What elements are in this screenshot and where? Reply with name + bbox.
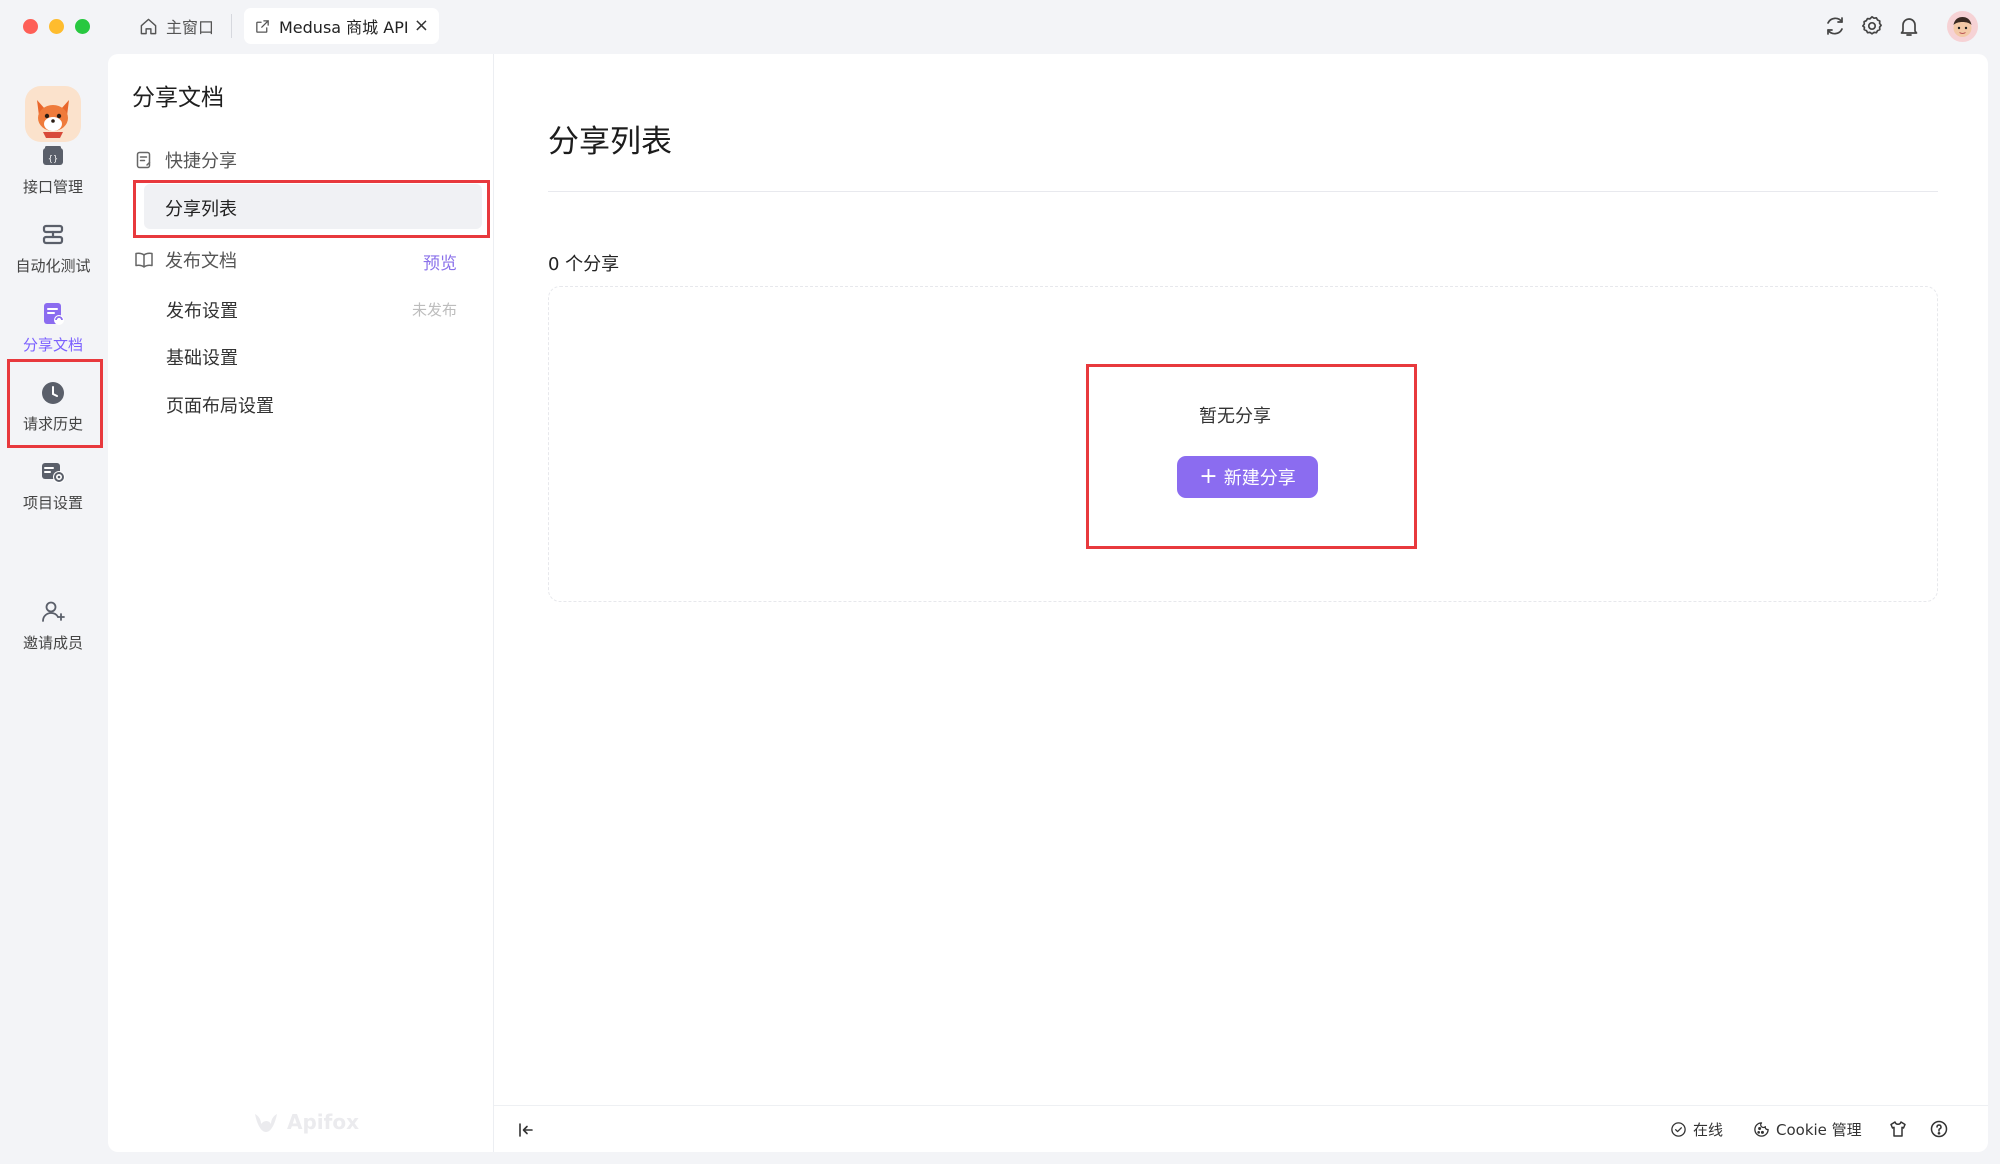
user-avatar[interactable] xyxy=(1947,11,1978,42)
tab-project[interactable]: Medusa 商城 API × xyxy=(244,8,439,44)
tab-home-label: 主窗口 xyxy=(166,18,215,37)
nav-rail: {} 接口管理 自动化测试 分享文档 请求历史 项目设置 邀请成员 xyxy=(0,52,106,1164)
refresh-icon[interactable] xyxy=(1823,14,1847,38)
external-link-icon xyxy=(254,18,271,35)
maximize-window-button[interactable] xyxy=(75,19,90,34)
home-icon xyxy=(139,17,158,36)
tab-project-label: Medusa 商城 API xyxy=(279,18,409,37)
sidebar-group-label: 快捷分享 xyxy=(165,151,237,172)
tab-divider xyxy=(231,14,232,38)
bell-icon[interactable] xyxy=(1897,14,1921,38)
online-label: 在线 xyxy=(1693,1121,1724,1139)
online-status[interactable]: 在线 xyxy=(1670,1119,1723,1140)
settings-icon xyxy=(39,458,67,486)
rail-item-project-settings[interactable]: 项目设置 xyxy=(0,448,106,534)
rail-item-label: 分享文档 xyxy=(22,336,83,354)
publish-status-badge: 未发布 xyxy=(411,301,457,319)
highlight-box xyxy=(7,359,103,448)
divider xyxy=(548,191,1938,192)
rail-item-label: 自动化测试 xyxy=(15,257,91,275)
rail-item-invite[interactable]: 邀请成员 xyxy=(0,588,106,674)
rail-item-label: 项目设置 xyxy=(22,494,83,512)
sidebar-group-label: 发布文档 xyxy=(165,251,237,272)
collapse-sidebar-icon[interactable] xyxy=(516,1120,536,1140)
cookie-manager-button[interactable]: Cookie 管理 xyxy=(1753,1119,1862,1140)
api-icon: {} xyxy=(39,142,67,170)
gear-icon[interactable] xyxy=(1860,14,1884,38)
rail-item-api-management[interactable]: {} 接口管理 xyxy=(0,132,106,218)
watermark-label: Apifox xyxy=(287,1110,359,1134)
rail-item-automation[interactable]: 自动化测试 xyxy=(0,211,106,297)
cookie-icon xyxy=(1753,1121,1770,1138)
minimize-window-button[interactable] xyxy=(49,19,64,34)
cookie-label: Cookie 管理 xyxy=(1776,1121,1862,1139)
page-title: 分享列表 xyxy=(548,124,672,160)
invite-icon xyxy=(39,598,67,626)
rail-item-label: 邀请成员 xyxy=(22,634,83,652)
highlight-box xyxy=(1086,364,1417,549)
help-icon[interactable] xyxy=(1929,1119,1949,1139)
apifox-watermark: Apifox xyxy=(251,1108,359,1136)
apifox-logo-icon xyxy=(251,1108,279,1136)
shirt-icon[interactable] xyxy=(1888,1119,1908,1139)
document-icon xyxy=(134,150,154,170)
sidebar-item-basic-settings[interactable]: 基础设置 xyxy=(166,344,238,370)
sidebar-item-publish-settings[interactable]: 发布设置 xyxy=(166,297,238,323)
svg-text:{}: {} xyxy=(48,154,58,163)
book-icon xyxy=(134,250,154,270)
title-bar: 主窗口 Medusa 商城 API × xyxy=(0,0,2000,52)
share-doc-sidebar: 分享文档 快捷分享 分享列表 发布文档 预览 发布设置 未发布 基础设置 页面布… xyxy=(108,54,494,1152)
sidebar-group-publish-doc[interactable]: 发布文档 xyxy=(134,244,468,276)
status-bar: 在线 Cookie 管理 xyxy=(494,1105,1988,1152)
main-panel: 分享列表 0 个分享 暂无分享 + 新建分享 在线 Cookie 管理 xyxy=(494,54,1988,1152)
tab-home[interactable]: 主窗口 xyxy=(139,12,214,40)
sidebar-item-layout-settings[interactable]: 页面布局设置 xyxy=(166,392,274,418)
rail-item-label: 接口管理 xyxy=(22,178,83,196)
close-window-button[interactable] xyxy=(23,19,38,34)
sidebar-title: 分享文档 xyxy=(132,85,224,111)
sidebar-group-quick-share[interactable]: 快捷分享 xyxy=(134,144,237,176)
check-circle-icon xyxy=(1670,1121,1687,1138)
share-doc-icon xyxy=(39,300,67,328)
preview-link[interactable]: 预览 xyxy=(423,249,457,274)
automation-icon xyxy=(39,221,67,249)
close-tab-icon[interactable]: × xyxy=(414,16,429,36)
highlight-box xyxy=(133,180,490,238)
share-count: 0 个分享 xyxy=(548,254,620,275)
